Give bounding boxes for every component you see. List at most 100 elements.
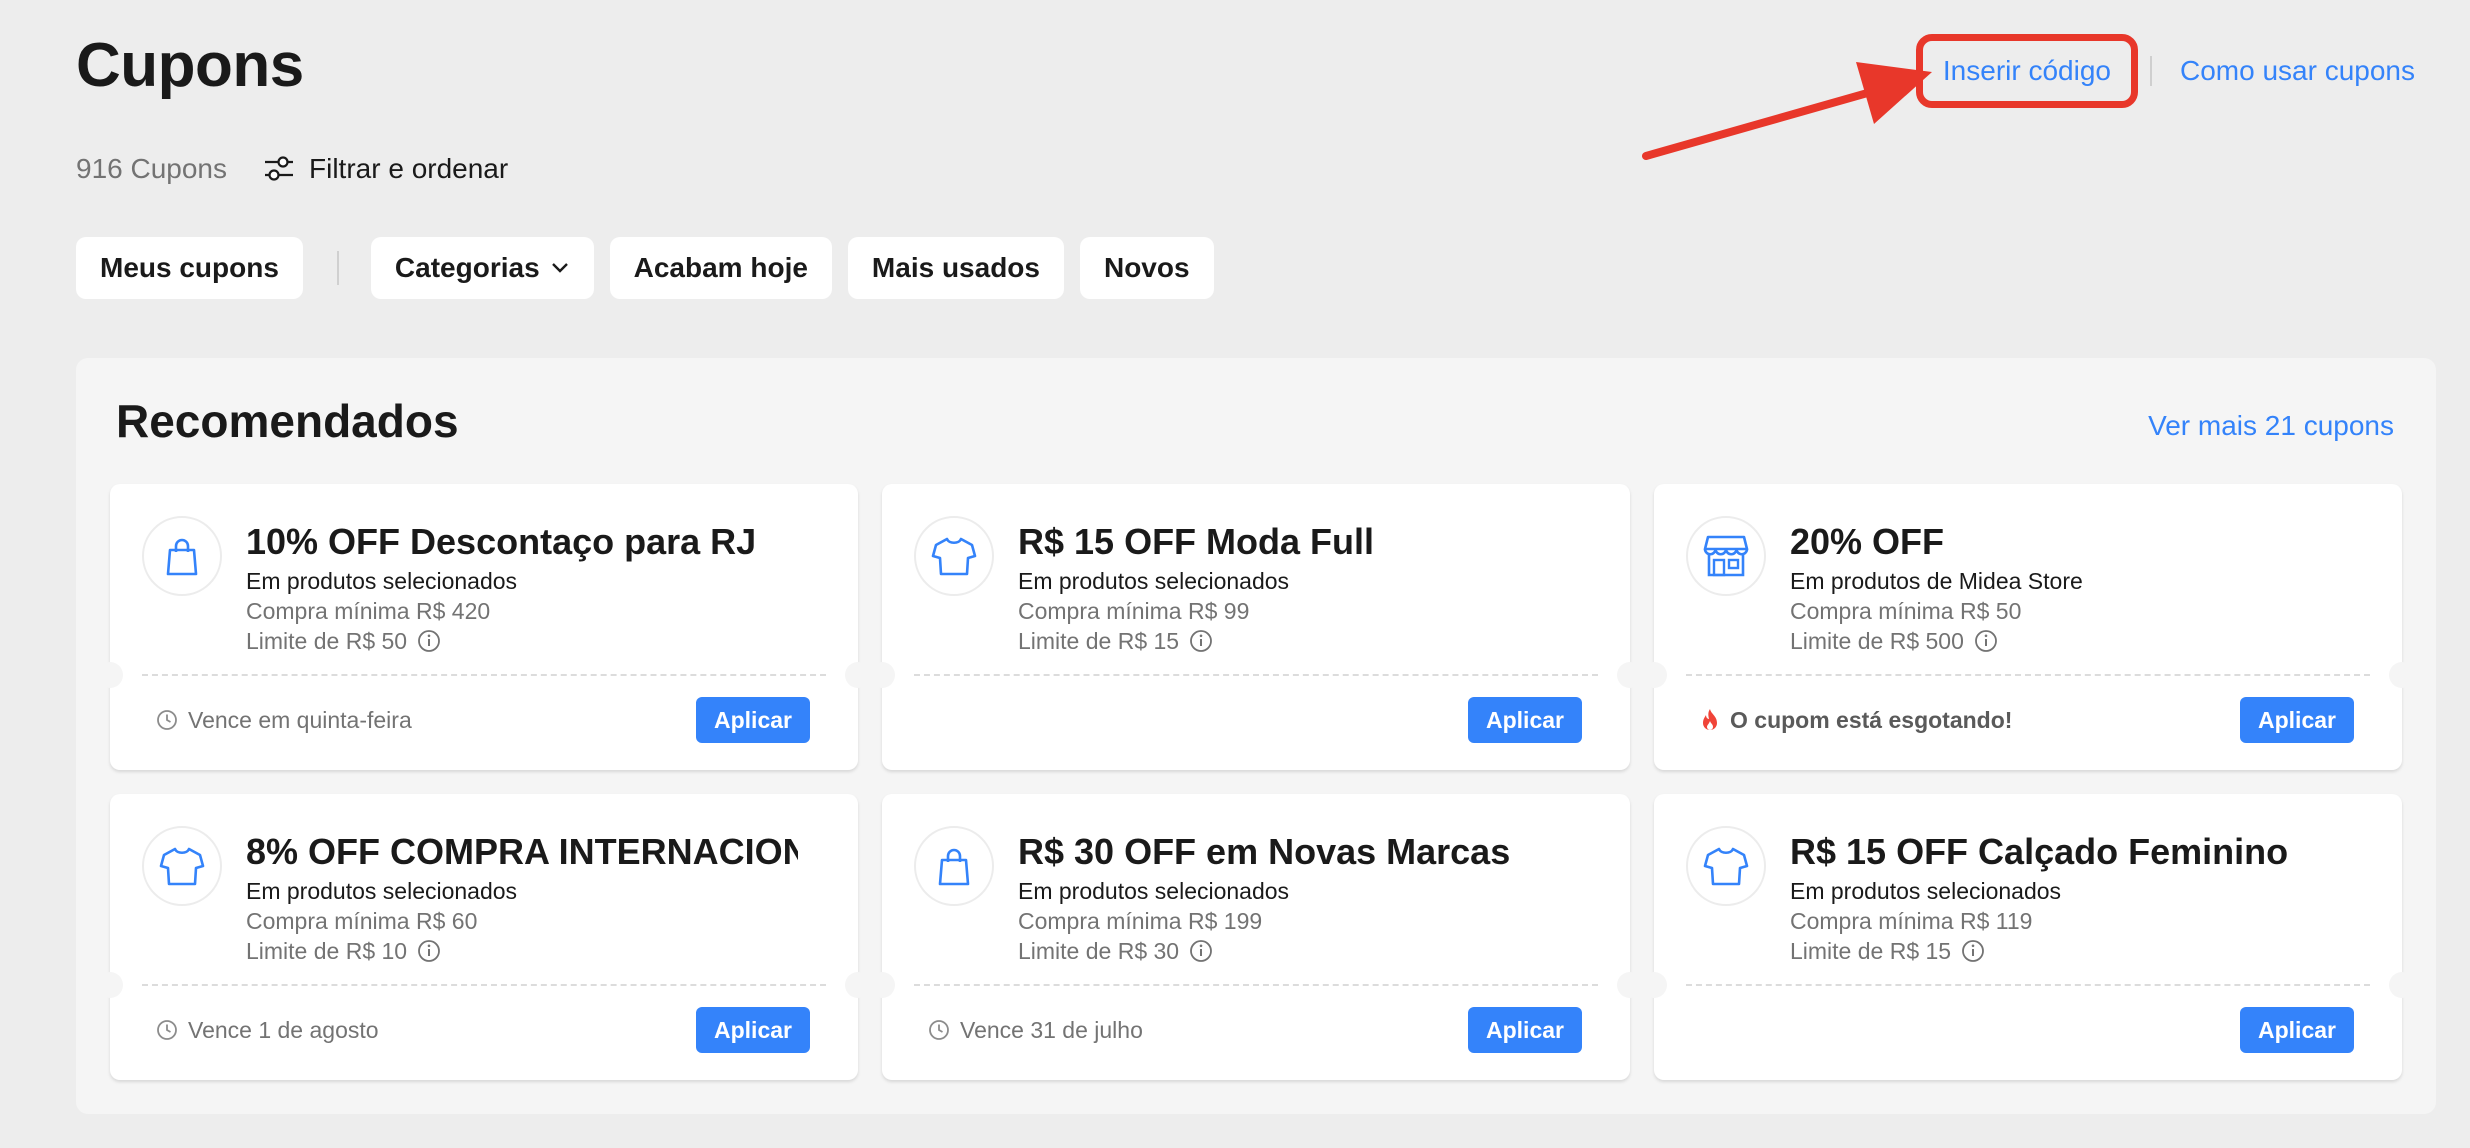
chip-divider	[336, 251, 339, 285]
chip-new[interactable]: Novos	[1079, 237, 1214, 299]
coupon-min-purchase: Compra mínima R$ 99	[1018, 598, 1250, 624]
coupon-limit: Limite de R$ 10	[246, 938, 408, 964]
coupon-subtitle: Em produtos selecionados	[246, 878, 518, 904]
coupon-min-purchase: Compra mínima R$ 119	[1790, 908, 2033, 934]
tshirt-icon	[931, 537, 977, 576]
insert-code-link[interactable]: Inserir código	[1915, 34, 2138, 108]
card-divider	[1686, 674, 2370, 676]
apply-button[interactable]: Aplicar	[2240, 1007, 2354, 1053]
info-icon[interactable]	[417, 939, 441, 963]
coupon-category-shopping-bag-icon	[142, 516, 222, 596]
coupon-card: 8% OFF COMPRA INTERNACIONAL Em produtos s…	[97, 794, 871, 1080]
count-row: 916 Cupons Filtrar e ordenar	[76, 153, 508, 185]
coupon-limit: Limite de R$ 15	[1018, 628, 1180, 654]
apply-button[interactable]: Aplicar	[696, 1007, 810, 1053]
running-out-note: O cupom está esgotando!	[1700, 707, 2012, 734]
coupon-limit-row: Limite de R$ 500	[1790, 626, 2342, 656]
coupon-title: 8% OFF COMPRA INTERNACIONAL	[246, 831, 798, 872]
coupon-limit: Limite de R$ 15	[1790, 938, 1952, 964]
clock-icon	[157, 1020, 177, 1040]
coupon-subtitle: Em produtos selecionados	[1790, 878, 2062, 904]
recommended-panel: Recomendados Ver mais 21 cupons 10% OFF …	[76, 358, 2436, 1114]
coupon-info: 8% OFF COMPRA INTERNACIONAL Em produtos s…	[246, 830, 798, 966]
shopping-bag-icon	[938, 848, 970, 886]
apply-button[interactable]: Aplicar	[1468, 1007, 1582, 1053]
coupon-footer: Vence em quinta-feira Aplicar	[156, 696, 810, 744]
tshirt-icon	[1703, 847, 1749, 886]
coupon-title: 10% OFF Descontaço para RJ	[246, 521, 757, 562]
coupon-card: R$ 15 OFF Calçado Feminino Em produtos se…	[1641, 794, 2415, 1080]
card-divider	[142, 674, 826, 676]
filter-sort-button[interactable]: Filtrar e ordenar	[263, 153, 508, 185]
expiry-note: Vence 31 de julho	[928, 1017, 1143, 1044]
coupon-min-purchase: Compra mínima R$ 199	[1018, 908, 1263, 934]
expiry-text: Vence 31 de julho	[960, 1016, 1143, 1043]
coupon-info: R$ 15 OFF Calçado Feminino Em produtos se…	[1790, 830, 2342, 966]
coupon-subtitle: Em produtos selecionados	[246, 568, 518, 594]
coupon-min-purchase: Compra mínima R$ 420	[246, 598, 491, 624]
coupon-limit-row: Limite de R$ 15	[1018, 626, 1570, 656]
info-icon[interactable]	[417, 629, 441, 653]
card-divider	[142, 984, 826, 986]
annotation-arrow-icon	[1642, 62, 1932, 160]
apply-button[interactable]: Aplicar	[696, 697, 810, 743]
info-icon[interactable]	[1974, 629, 1998, 653]
coupon-footer: O cupom está esgotando! Aplicar	[1700, 696, 2354, 744]
clock-icon	[929, 1020, 949, 1040]
coupon-min-purchase: Compra mínima R$ 50	[1790, 598, 2022, 624]
coupon-category-tshirt-icon	[914, 516, 994, 596]
info-icon[interactable]	[1961, 939, 1985, 963]
how-to-use-link[interactable]: Como usar cupons	[2180, 55, 2415, 87]
expiry-text: Vence em quinta-feira	[188, 706, 412, 733]
coupon-count: 916 Cupons	[76, 153, 228, 184]
filter-sliders-icon	[265, 156, 294, 181]
coupon-footer: Aplicar	[928, 696, 1582, 744]
coupon-footer: Aplicar	[1700, 1006, 2354, 1054]
coupon-limit: Limite de R$ 30	[1018, 938, 1180, 964]
coupon-card: 10% OFF Descontaço para RJ Em produtos se…	[97, 484, 871, 770]
coupon-info: 20% OFF Em produtos de Midea Store Compra …	[1790, 520, 2342, 656]
chip-categories-label: Categorias	[394, 252, 540, 283]
chip-ending-today[interactable]: Acabam hoje	[609, 237, 832, 299]
coupon-subtitle: Em produtos selecionados	[1018, 568, 1290, 594]
coupon-category-tshirt-icon	[1686, 826, 1766, 906]
apply-button[interactable]: Aplicar	[1468, 697, 1582, 743]
see-more-link[interactable]: Ver mais 21 cupons	[2148, 410, 2394, 442]
info-icon[interactable]	[1189, 939, 1213, 963]
coupon-limit-row: Limite de R$ 15	[1790, 936, 2342, 966]
coupon-category-shopping-bag-icon	[914, 826, 994, 906]
coupon-footer: Vence 31 de julho Aplicar	[928, 1006, 1582, 1054]
filter-chips: Meus cupons Categorias Acabam hoje Mais …	[76, 237, 1230, 299]
coupon-footer: Vence 1 de agosto Aplicar	[156, 1006, 810, 1054]
chip-categories[interactable]: Categorias	[370, 237, 594, 299]
coupon-min-purchase: Compra mínima R$ 60	[246, 908, 478, 934]
coupon-subtitle: Em produtos selecionados	[1018, 878, 1290, 904]
coupon-limit-row: Limite de R$ 50	[246, 626, 798, 656]
page-title: Cupons	[76, 31, 304, 100]
coupon-info: R$ 30 OFF em Novas Marcas Em produtos sel…	[1018, 830, 1570, 966]
chip-my-coupons[interactable]: Meus cupons	[76, 237, 303, 299]
coupon-card: R$ 15 OFF Moda Full Em produtos seleciona…	[869, 484, 1643, 770]
clock-icon	[157, 710, 177, 730]
filter-sort-label: Filtrar e ordenar	[309, 153, 509, 184]
chevron-down-icon	[551, 263, 568, 273]
shopping-bag-icon	[166, 538, 198, 576]
coupon-limit-row: Limite de R$ 10	[246, 936, 798, 966]
coupon-info: 10% OFF Descontaço para RJ Em produtos se…	[246, 520, 798, 656]
coupon-grid: 10% OFF Descontaço para RJ Em produtos se…	[97, 484, 2415, 1080]
coupon-category-store-icon	[1686, 516, 1766, 596]
link-divider	[2149, 56, 2152, 86]
fire-icon	[1703, 709, 1717, 730]
info-icon[interactable]	[1189, 629, 1213, 653]
recommended-title: Recomendados	[116, 395, 459, 447]
tshirt-icon	[159, 847, 205, 886]
coupon-info: R$ 15 OFF Moda Full Em produtos seleciona…	[1018, 520, 1570, 656]
expiry-note: Vence 1 de agosto	[156, 1017, 379, 1044]
running-out-text: O cupom está esgotando!	[1730, 706, 2013, 733]
coupon-title: R$ 30 OFF em Novas Marcas	[1018, 831, 1511, 872]
coupon-card: 20% OFF Em produtos de Midea Store Compra …	[1641, 484, 2415, 770]
coupon-limit: Limite de R$ 50	[246, 628, 408, 654]
chip-most-used[interactable]: Mais usados	[847, 237, 1064, 299]
expiry-text: Vence 1 de agosto	[188, 1016, 379, 1043]
apply-button[interactable]: Aplicar	[2240, 697, 2354, 743]
